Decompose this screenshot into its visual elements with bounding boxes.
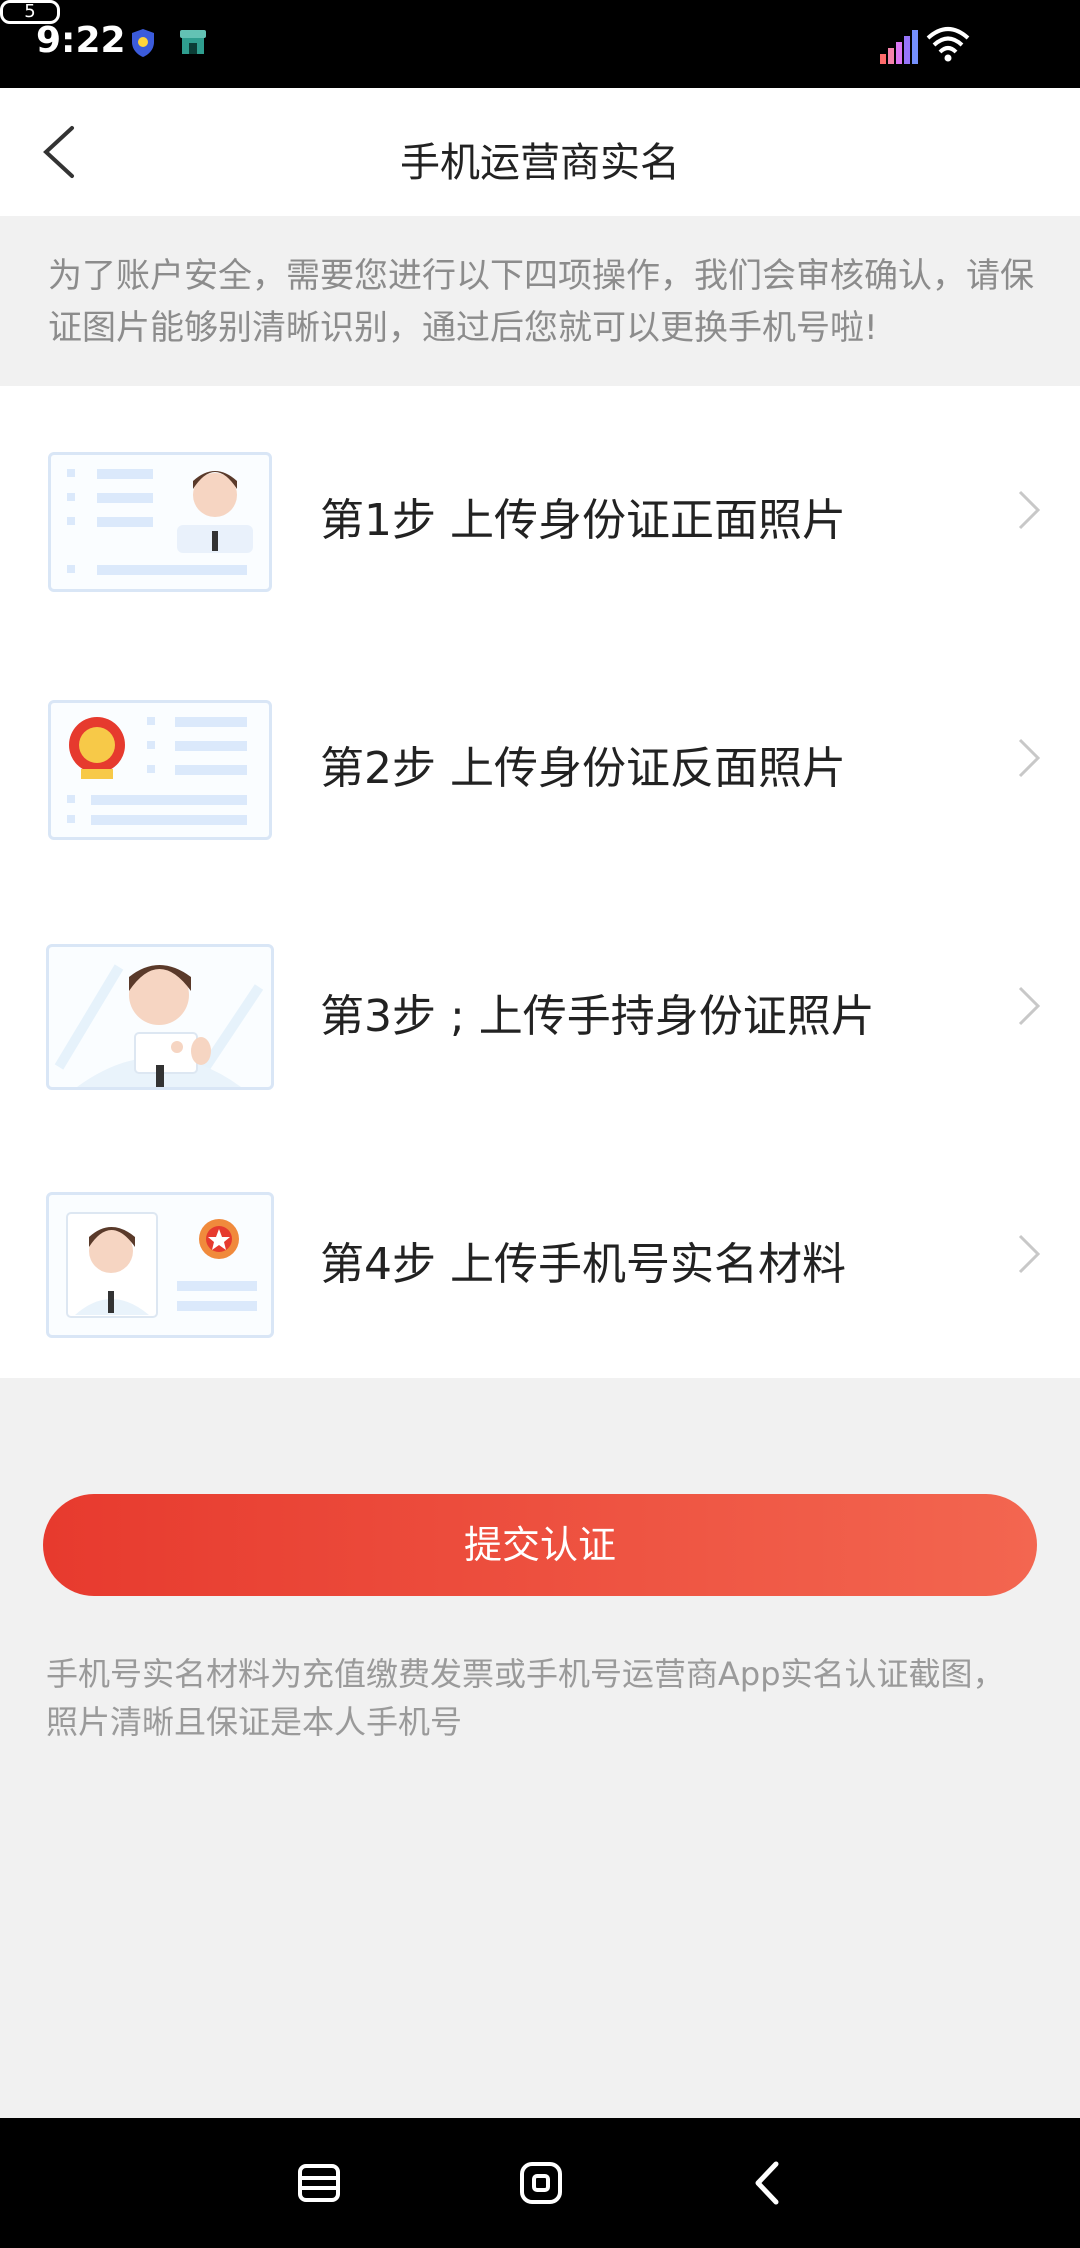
step-4-row[interactable]: 第4步 上传手机号实名材料 xyxy=(0,1130,1080,1378)
step-3-row[interactable]: 第3步 ; 上传手持身份证照片 xyxy=(0,882,1080,1130)
id-card-back-icon xyxy=(48,700,272,840)
step-1-row[interactable]: 第1步 上传身份证正面照片 xyxy=(0,386,1080,634)
signal-strength-icon xyxy=(880,30,918,64)
chevron-right-icon xyxy=(1018,738,1040,778)
home-icon[interactable] xyxy=(516,2158,566,2208)
footnote-text: 手机号实名材料为充值缴费发票或手机号运营商App实名认证截图，照片清晰且保证是本… xyxy=(46,1655,1005,1741)
chevron-right-icon xyxy=(1018,1234,1040,1274)
chevron-right-icon xyxy=(1018,490,1040,530)
notice-text: 为了账户安全，需要您进行以下四项操作，我们会审核确认，请保证图片能够别清晰识别，… xyxy=(48,256,1034,348)
chevron-right-icon xyxy=(1018,986,1040,1026)
steps-list: 第1步 上传身份证正面照片 第2步 上传身份证反面照片 第3步 ; 上传手持身份… xyxy=(0,386,1080,1378)
system-nav-bar xyxy=(0,2118,1080,2248)
phone-realname-material-icon xyxy=(46,1192,274,1338)
header: 手机运营商实名 xyxy=(0,88,1080,216)
status-time: 9:22 xyxy=(36,20,126,61)
page-title: 手机运营商实名 xyxy=(400,140,680,186)
menu-icon[interactable] xyxy=(294,2158,344,2208)
step-4-label: 第4步 上传手机号实名材料 xyxy=(320,1239,846,1290)
security-shield-icon xyxy=(132,29,154,57)
id-card-front-icon xyxy=(48,452,272,592)
step-2-label: 第2步 上传身份证反面照片 xyxy=(320,743,846,794)
wifi-icon xyxy=(926,27,970,62)
submit-verification-button[interactable]: 提交认证 xyxy=(43,1494,1037,1596)
status-bar: 9:22 5 xyxy=(0,0,1080,88)
store-icon xyxy=(180,30,206,54)
step-2-row[interactable]: 第2步 上传身份证反面照片 xyxy=(0,634,1080,882)
step-1-label: 第1步 上传身份证正面照片 xyxy=(320,495,846,546)
hand-held-id-icon xyxy=(46,944,274,1090)
nav-back-icon[interactable] xyxy=(744,2158,794,2208)
step-3-label: 第3步 ; 上传手持身份证照片 xyxy=(320,991,875,1042)
notice-panel: 为了账户安全，需要您进行以下四项操作，我们会审核确认，请保证图片能够别清晰识别，… xyxy=(0,216,1080,386)
